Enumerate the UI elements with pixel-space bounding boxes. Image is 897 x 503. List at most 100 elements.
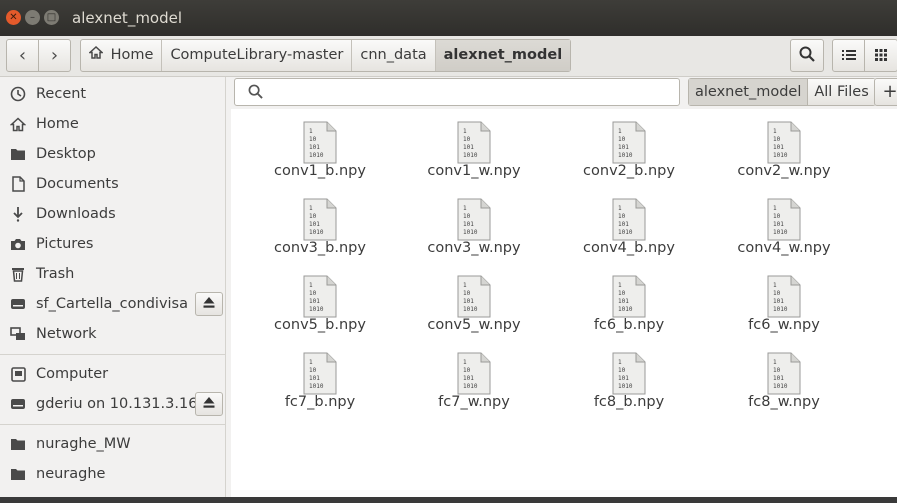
file-name: conv2_b.npy [583,163,675,179]
grid-view-button[interactable] [864,40,897,71]
sidebar-item-recent[interactable]: Recent [0,79,225,109]
file-item[interactable]: 1 10 101 1010 conv5_b.npy [245,269,395,341]
window-title: alexnet_model [72,9,183,27]
file-item[interactable]: 1 10 101 1010 conv1_w.npy [399,115,549,187]
svg-text:10: 10 [463,367,471,374]
sidebar-item-label: neuraghe [36,466,106,482]
svg-text:1: 1 [618,282,622,289]
scope-all-files-button[interactable]: All Files [807,79,875,105]
file-name: conv5_b.npy [274,317,366,333]
chevron-left-icon: ‹ [18,45,27,66]
sidebar-item-home[interactable]: Home [0,109,225,139]
back-button[interactable]: ‹ [7,40,38,71]
sidebar-item-documents[interactable]: Documents [0,169,225,199]
minimize-window-button[interactable]: – [25,10,40,25]
svg-text:1010: 1010 [463,229,478,236]
svg-text:1: 1 [463,282,467,289]
file-item[interactable]: 1 10 101 1010 fc8_b.npy [554,346,704,418]
breadcrumb-cnn-data[interactable]: cnn_data [351,40,434,71]
eject-button[interactable] [195,392,223,416]
eject-button[interactable] [195,292,223,316]
sidebar-divider [0,354,225,355]
file-item[interactable]: 1 10 101 1010 fc8_w.npy [709,346,859,418]
network-icon [9,325,27,343]
file-name: fc7_b.npy [284,394,356,410]
background-strip [0,497,897,503]
binary-file-icon: 1101011010 [612,352,646,395]
sidebar-item-label: Network [36,326,97,342]
file-item[interactable]: 1 10 101 1010 conv1_b.npy [245,115,395,187]
sidebar-item-downloads[interactable]: Downloads [0,199,225,229]
search-icon [799,46,815,66]
binary-file-icon: 1101011010 [612,275,646,318]
sidebar-item-label: gderiu on 10.131.3.16 [36,396,198,412]
file-item[interactable]: 1 10 101 1010 conv4_w.npy [709,192,859,264]
binary-file-icon: 1101011010 [457,121,491,164]
file-name: conv3_w.npy [427,240,521,256]
file-item[interactable]: 1 10 101 1010 fc7_b.npy [245,346,395,418]
svg-text:101: 101 [463,144,474,151]
file-item[interactable]: 1 10 101 1010 fc7_w.npy [399,346,549,418]
svg-text:101: 101 [309,221,320,228]
sidebar-item-label: sf_Cartella_condivisa [36,296,188,312]
sidebar-item-neuraghe[interactable]: neuraghe [0,459,225,489]
add-search-criteria-button[interactable]: + [874,78,897,106]
svg-text:1010: 1010 [309,383,324,390]
breadcrumb-home[interactable]: Home [81,40,161,71]
svg-text:1010: 1010 [773,229,788,236]
navigation-buttons: ‹ › [6,39,71,72]
breadcrumb-alexnet-model[interactable]: alexnet_model [434,40,571,71]
sidebar-item-trash[interactable]: Trash [0,259,225,289]
file-item[interactable]: 1 10 101 1010 conv3_b.npy [245,192,395,264]
breadcrumb: Home ComputeLibrary-master cnn_data alex… [80,39,572,72]
file-manager-window: ✕ – □ alexnet_model ‹ › Home ComputeLibr… [0,0,897,503]
file-item[interactable]: 1 10 101 1010 conv5_w.npy [399,269,549,341]
sidebar-item-pictures[interactable]: Pictures [0,229,225,259]
document-icon [9,175,27,193]
svg-text:10: 10 [773,367,781,374]
sidebar-divider [0,424,225,425]
svg-text:10: 10 [618,213,626,220]
sidebar-item-desktop[interactable]: Desktop [0,139,225,169]
svg-text:1010: 1010 [309,152,324,159]
scope-current-folder-button[interactable]: alexnet_model [689,79,808,105]
forward-button[interactable]: › [38,40,70,71]
file-item[interactable]: 1 10 101 1010 fc6_w.npy [709,269,859,341]
svg-text:1: 1 [618,359,622,366]
svg-text:10: 10 [463,213,471,220]
sidebar-item-network[interactable]: Network [0,319,225,349]
svg-text:101: 101 [773,144,784,151]
svg-text:101: 101 [773,375,784,382]
breadcrumb-computelibrary[interactable]: ComputeLibrary-master [161,40,351,71]
search-input[interactable] [234,78,680,106]
file-item[interactable]: 1 10 101 1010 fc6_b.npy [554,269,704,341]
eject-icon [203,396,215,412]
svg-text:101: 101 [309,144,320,151]
binary-file-icon: 1101011010 [303,198,337,241]
eject-icon [203,296,215,312]
svg-text:1: 1 [773,359,777,366]
maximize-window-button[interactable]: □ [44,10,59,25]
file-item[interactable]: 1 10 101 1010 conv3_w.npy [399,192,549,264]
sidebar-item-gderiu[interactable]: gderiu on 10.131.3.16 [0,389,225,419]
svg-text:1010: 1010 [463,152,478,159]
svg-text:1010: 1010 [309,229,324,236]
file-item[interactable]: 1 10 101 1010 conv2_w.npy [709,115,859,187]
svg-text:1010: 1010 [463,306,478,313]
file-name: conv1_w.npy [427,163,521,179]
list-view-button[interactable] [833,46,864,65]
title-bar[interactable]: ✕ – □ alexnet_model [0,0,897,36]
file-item[interactable]: 1 10 101 1010 conv4_b.npy [554,192,704,264]
search-scope: alexnet_model All Files [688,78,876,106]
svg-text:101: 101 [309,375,320,382]
svg-text:10: 10 [463,290,471,297]
sidebar-item-label: Desktop [36,146,96,162]
sidebar-item-nuraghe-mw[interactable]: nuraghe_MW [0,429,225,459]
sidebar-item-sf-cartella-condivisa[interactable]: sf_Cartella_condivisa [0,289,225,319]
sidebar-item-computer[interactable]: Computer [0,359,225,389]
svg-text:101: 101 [618,221,629,228]
file-item[interactable]: 1 10 101 1010 conv2_b.npy [554,115,704,187]
close-window-button[interactable]: ✕ [6,10,21,25]
search-button[interactable] [790,39,824,72]
sidebar-item-label: Downloads [36,206,116,222]
